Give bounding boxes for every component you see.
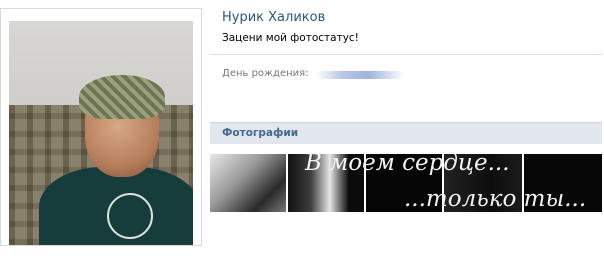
photo-thumbnail[interactable] (366, 154, 442, 212)
photo-thumbnail[interactable] (210, 154, 286, 212)
photo-thumbnail[interactable] (524, 154, 602, 212)
photos-strip (210, 154, 602, 212)
photo-thumbnail[interactable] (444, 154, 522, 212)
avatar-cap (79, 75, 165, 119)
birthday-label: День рождения: (222, 68, 309, 79)
profile-avatar[interactable] (9, 21, 193, 245)
profile-name[interactable]: Нурик Халиков (222, 10, 325, 25)
info-divider (210, 54, 602, 55)
birthday-value-blurred (316, 71, 404, 79)
photos-section-title[interactable]: Фотографии (222, 127, 298, 139)
profile-status[interactable]: Зацени мой фотостатус! (222, 32, 359, 44)
avatar-shirt-logo (107, 193, 153, 239)
profile-photo-frame (0, 8, 202, 246)
photos-section-header[interactable]: Фотографии (210, 122, 602, 144)
photo-thumbnail[interactable] (288, 154, 364, 212)
